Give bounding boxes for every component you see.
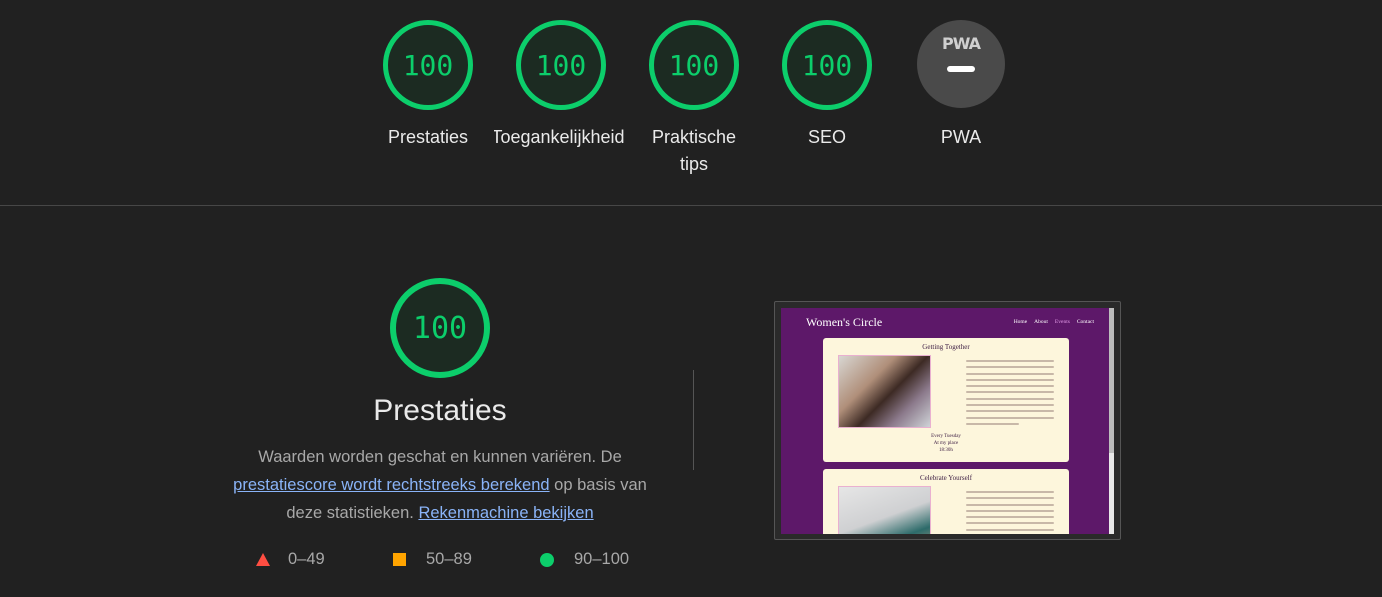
legend-range: 0–49	[288, 550, 325, 568]
score-ring: 100	[516, 20, 606, 110]
section-divider	[0, 205, 1382, 206]
gauge-label: Prestaties	[387, 127, 469, 147]
gauge-best-practices[interactable]: 100 Praktische tips	[627, 20, 761, 178]
vertical-divider	[693, 370, 694, 470]
gauge-accessibility[interactable]: 100 Toegankelijkheid	[494, 20, 628, 151]
legend-range: 90–100	[574, 550, 630, 568]
score-value: 100	[402, 48, 454, 82]
triangle-icon	[256, 553, 270, 566]
score-ring: 100	[649, 20, 739, 110]
score-ring: 100	[782, 20, 872, 110]
legend-average: 50–89	[393, 550, 472, 569]
event-day: Every Tuesday	[931, 434, 961, 439]
gauge-pwa[interactable]: PWA PWA	[894, 20, 1028, 151]
gauge-label: Praktische tips	[651, 127, 737, 174]
site-title: Women's Circle	[806, 315, 883, 329]
final-screenshot[interactable]: Women's Circle Home About Events Contact…	[774, 301, 1121, 540]
circle-icon	[540, 552, 554, 567]
gauge-label: SEO	[807, 127, 846, 147]
desc-text: Waarden worden geschat en kunnen variëre…	[258, 448, 622, 466]
nav-item: About	[1034, 319, 1048, 325]
score-legend: 0–49 50–89 90–100	[250, 550, 670, 574]
performance-title: Prestaties	[373, 394, 507, 427]
event-place: At my place	[933, 441, 959, 446]
event-photo	[838, 355, 931, 428]
screenshot-image: Women's Circle Home About Events Contact…	[781, 308, 1114, 534]
card-body-text	[966, 360, 1054, 429]
nav-item: Contact	[1076, 319, 1094, 325]
pwa-icon: PWA	[917, 20, 1005, 108]
score-value: 100	[801, 48, 853, 82]
calculator-link[interactable]: Rekenmachine bekijken	[418, 504, 593, 522]
event-photo	[838, 486, 931, 534]
legend-range: 50–89	[426, 550, 472, 568]
pwa-badge-text: PWA	[941, 34, 981, 53]
gauge-performance[interactable]: 100 Prestaties	[361, 20, 495, 151]
nav-item-active: Events	[1054, 319, 1070, 325]
card-title: Celebrate Yourself	[919, 474, 973, 482]
square-icon	[393, 553, 406, 566]
event-card: Getting Together Every Tuesday At my pla…	[823, 338, 1069, 462]
nav-item: Home	[1013, 319, 1028, 325]
score-value: 100	[412, 310, 468, 346]
score-ring: 100	[383, 20, 473, 110]
performance-description: Waarden worden geschat en kunnen variëre…	[225, 443, 655, 527]
scrollbar-thumb	[1109, 308, 1114, 453]
card-title: Getting Together	[922, 343, 970, 351]
gauge-label: Toegankelijkheid	[494, 127, 625, 147]
legend-pass: 90–100	[540, 550, 629, 569]
score-calculation-link[interactable]: prestatiescore wordt rechtstreeks bereke…	[233, 476, 549, 494]
gauge-label: PWA	[940, 127, 982, 147]
card-footer: Every Tuesday At my place 18:30h	[823, 433, 1069, 454]
site-nav: Home About Events Contact	[1014, 319, 1094, 325]
dash-icon	[947, 66, 975, 72]
gauge-seo[interactable]: 100 SEO	[760, 20, 894, 151]
event-time: 18:30h	[939, 448, 953, 453]
score-value: 100	[535, 48, 587, 82]
score-value: 100	[668, 48, 720, 82]
card-body-text	[966, 491, 1054, 534]
event-card: Celebrate Yourself	[823, 469, 1069, 534]
performance-score-gauge: 100	[390, 278, 490, 378]
category-summary: 100 Prestaties 100 Toegankelijkheid 100 …	[0, 0, 1382, 206]
legend-fail: 0–49	[256, 550, 325, 569]
